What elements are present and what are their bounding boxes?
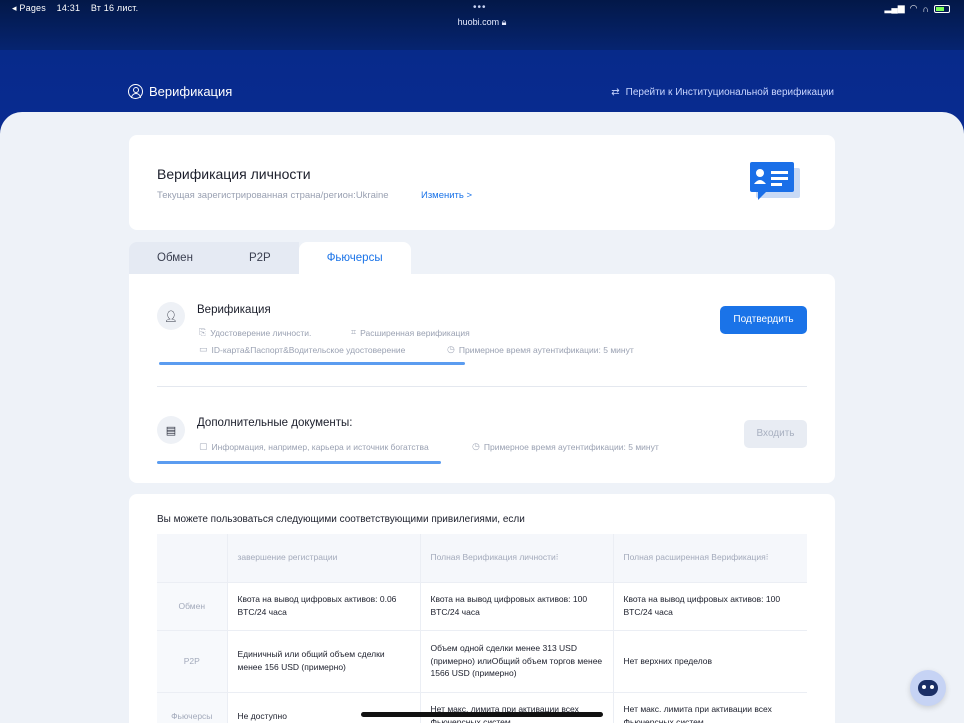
identity-card: Верификация личности Текущая зарегистрир… bbox=[129, 135, 835, 230]
table-header-cell bbox=[157, 534, 228, 583]
browser-status-bar: ◂ Pages 14:31 Вт 16 лист. ••• huobi.com … bbox=[0, 0, 964, 50]
table-cell: Нет макс. лимита при активации всех Фьюч… bbox=[420, 692, 614, 723]
address-bar[interactable]: huobi.com 🔒︎ bbox=[0, 17, 964, 28]
status-time: 14:31 bbox=[56, 3, 81, 13]
robot-icon bbox=[918, 680, 938, 696]
signal-icon: ▂▄▆ bbox=[884, 3, 905, 13]
headphones-icon: ∩ bbox=[922, 3, 929, 14]
table-cell: Квота на вывод цифровых активов: 100 BTC… bbox=[613, 582, 807, 631]
documents-title: Дополнительные документы: bbox=[197, 417, 353, 429]
face-scan-icon: ⌗ bbox=[351, 327, 357, 337]
privileges-table: завершение регистрации Полная Верификаци… bbox=[157, 534, 807, 723]
id-user-icon: 👤︎ bbox=[157, 302, 185, 330]
wifi-icon: ◠ bbox=[909, 3, 918, 13]
table-row: Фьючерсы Не доступно Нет макс. лимита пр… bbox=[157, 692, 807, 723]
row-label: Фьючерсы bbox=[157, 692, 228, 723]
table-cell: Объем одной сделки менее 313 USD (пример… bbox=[420, 630, 614, 693]
table-cell: Единичный или общий объем сделки менее 1… bbox=[227, 630, 421, 693]
privileges-card: Вы можете пользоваться следующими соотве… bbox=[129, 494, 835, 723]
multitask-dots-icon[interactable]: ••• bbox=[473, 2, 487, 13]
verification-item-identity: ⎘ Удостоверение личности. bbox=[199, 327, 312, 338]
verification-item-documents: ▭ ID-карта&Паспорт&Водительское удостове… bbox=[199, 344, 406, 355]
verification-card: 👤︎ Верификация ⎘ Удостоверение личности.… bbox=[129, 274, 835, 483]
table-cell: Квота на вывод цифровых активов: 0.06 BT… bbox=[227, 582, 421, 631]
main-content: Верификация личности Текущая зарегистрир… bbox=[0, 112, 964, 723]
back-to-app-link[interactable]: ◂ Pages bbox=[12, 3, 46, 13]
page-title: Верификация bbox=[128, 84, 232, 99]
swap-icon: ⇄ bbox=[611, 87, 620, 98]
user-circle-icon bbox=[128, 84, 143, 99]
support-chatbot-button[interactable] bbox=[910, 670, 946, 706]
status-right: ▂▄▆ ◠ ∩ bbox=[884, 3, 950, 14]
institutional-link-label: Перейти к Институциональной верификации bbox=[625, 87, 834, 98]
institutional-verification-link[interactable]: ⇄ Перейти к Институциональной верификаци… bbox=[611, 87, 834, 98]
battery-icon bbox=[934, 4, 950, 13]
table-cell: Нет верхних пределов bbox=[613, 630, 807, 693]
table-header-cell[interactable]: Полная расширенная Верификация⁝ bbox=[613, 534, 807, 583]
page-title-text: Верификация bbox=[149, 84, 233, 99]
file-icon: ▢ bbox=[199, 441, 208, 451]
change-region-link[interactable]: Изменить > bbox=[421, 190, 472, 201]
tab-p2p[interactable]: P2P bbox=[220, 242, 299, 274]
section-divider bbox=[157, 386, 807, 387]
tab-exchange[interactable]: Обмен bbox=[129, 242, 221, 274]
status-date: Вт 16 лист. bbox=[90, 3, 139, 13]
person-doc-icon: ⎘ bbox=[199, 327, 207, 337]
lock-icon: 🔒︎ bbox=[501, 17, 507, 27]
registered-region: Текущая зарегистрированная страна/регион… bbox=[157, 190, 389, 201]
table-row: P2P Единичный или общий объем сделки мен… bbox=[157, 630, 807, 693]
id-card-illustration-icon bbox=[750, 162, 800, 200]
clock-icon: ◷ bbox=[472, 441, 480, 451]
table-header-cell[interactable]: Полная Верификация личности⁝ bbox=[420, 534, 614, 583]
home-indicator[interactable] bbox=[361, 712, 603, 717]
identity-title: Верификация личности bbox=[157, 166, 311, 182]
table-cell: Нет макс. лимита при активации всех Фьюч… bbox=[613, 692, 807, 723]
clock-icon: ◷ bbox=[447, 344, 455, 354]
confirm-button[interactable]: Подтвердить bbox=[720, 306, 807, 334]
documents-item-info: ▢ Информация, например, карьера и источн… bbox=[199, 441, 429, 452]
table-header-cell: завершение регистрации bbox=[227, 534, 421, 583]
table-row: Обмен Квота на вывод цифровых активов: 0… bbox=[157, 582, 807, 631]
verification-progress-bar bbox=[159, 362, 465, 365]
verification-time: ◷ Примерное время аутентификации: 5 мину… bbox=[447, 344, 634, 355]
table-header-row: завершение регистрации Полная Верификаци… bbox=[157, 534, 807, 583]
tab-futures[interactable]: Фьючерсы bbox=[298, 242, 411, 274]
verification-item-advanced: ⌗ Расширенная верификация bbox=[351, 327, 470, 338]
table-cell: Не доступно bbox=[227, 692, 421, 723]
verification-tabs: Обмен P2P Фьючерсы bbox=[129, 242, 411, 274]
document-icon: ▤ bbox=[157, 416, 185, 444]
row-label: Обмен bbox=[157, 582, 228, 631]
status-left: ◂ Pages 14:31 Вт 16 лист. bbox=[12, 3, 146, 14]
table-cell: Квота на вывод цифровых активов: 100 BTC… bbox=[420, 582, 614, 631]
row-label: P2P bbox=[157, 630, 228, 693]
privileges-title: Вы можете пользоваться следующими соотве… bbox=[157, 514, 525, 525]
documents-time: ◷ Примерное время аутентификации: 5 мину… bbox=[472, 441, 659, 452]
enter-button[interactable]: Входить bbox=[744, 420, 807, 448]
documents-progress-bar bbox=[157, 461, 441, 464]
url-text: huobi.com bbox=[457, 17, 500, 27]
id-card-icon: ▭ bbox=[199, 344, 208, 354]
verification-title: Верификация bbox=[197, 304, 271, 316]
